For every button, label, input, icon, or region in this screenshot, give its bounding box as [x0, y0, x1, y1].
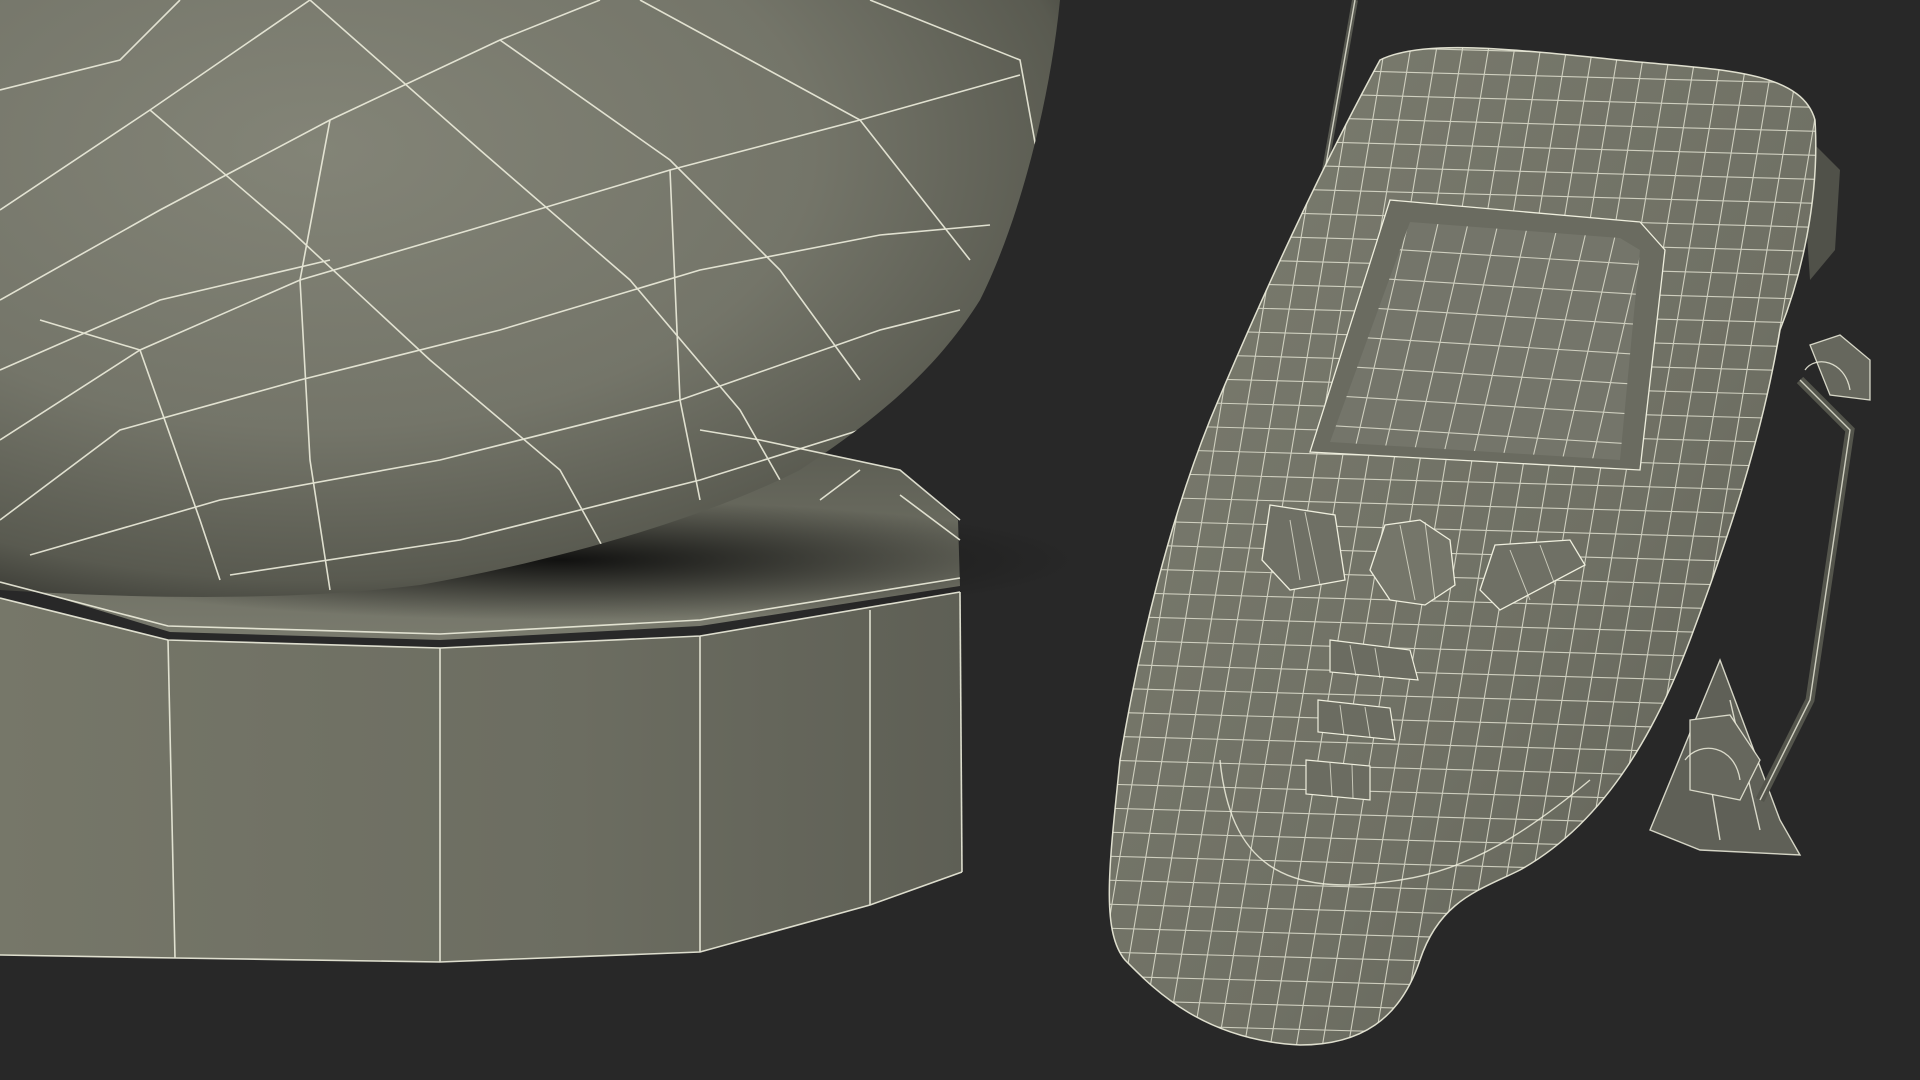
ring-side-wall	[0, 592, 962, 962]
render-viewport	[0, 0, 1920, 1080]
wireframe-scene	[0, 0, 1920, 1080]
keypad-row-3	[1305, 759, 1371, 801]
